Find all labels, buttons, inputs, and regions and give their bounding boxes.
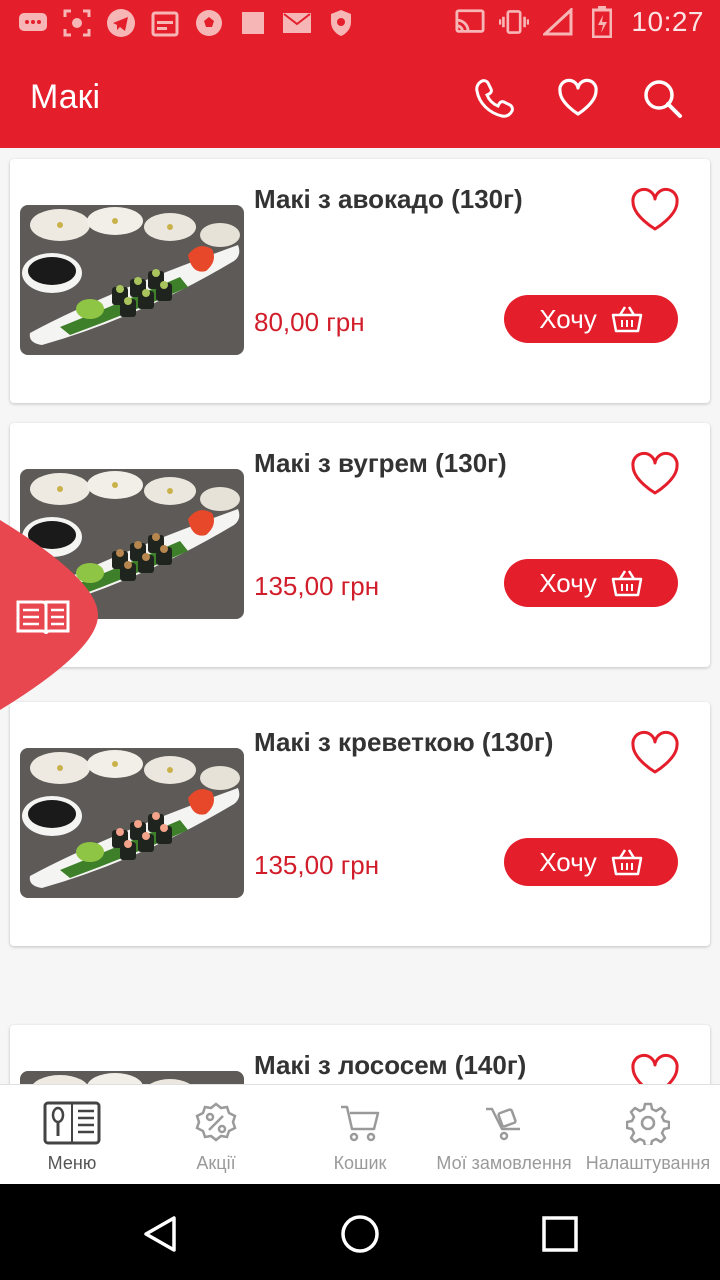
nav-my-orders[interactable]: Мої замовлення bbox=[432, 1085, 576, 1185]
notification-icons bbox=[18, 8, 356, 38]
nav-menu[interactable]: Меню bbox=[0, 1085, 144, 1185]
app-bar: Макі bbox=[0, 48, 720, 148]
trolley-icon bbox=[486, 1107, 520, 1141]
page-title: Макі bbox=[30, 78, 101, 116]
cast-icon bbox=[455, 7, 485, 37]
nav-promotions[interactable]: Акції bbox=[144, 1085, 288, 1185]
status-bar: 10:27 bbox=[0, 0, 720, 48]
categories-side-tab[interactable] bbox=[0, 520, 98, 710]
screenshot-icon bbox=[62, 8, 92, 38]
add-to-cart-button[interactable]: Хочу bbox=[504, 838, 678, 886]
home-icon[interactable] bbox=[338, 1212, 382, 1256]
gear-icon bbox=[626, 1102, 670, 1145]
basket-icon bbox=[611, 306, 642, 333]
shield-icon bbox=[326, 8, 356, 38]
percent-badge-icon bbox=[195, 1102, 237, 1142]
recents-icon[interactable] bbox=[538, 1212, 582, 1256]
nav-label: Кошик bbox=[333, 1153, 387, 1173]
product-card[interactable]: Макі з креветкою (130г) 135,00 грн Хочу bbox=[10, 702, 710, 946]
product-image[interactable] bbox=[20, 205, 244, 355]
product-list[interactable]: Макі з авокадо (130г) 80,00 грн Хочу Мак bbox=[0, 148, 720, 1084]
soccer-ball-icon bbox=[194, 8, 224, 38]
favorite-heart-icon[interactable] bbox=[630, 730, 680, 776]
add-to-cart-button[interactable]: Хочу bbox=[504, 295, 678, 343]
product-card[interactable]: Макі з авокадо (130г) 80,00 грн Хочу bbox=[10, 159, 710, 403]
add-to-cart-label: Хочу bbox=[539, 567, 597, 598]
phone-icon[interactable] bbox=[472, 76, 516, 120]
telegram-icon bbox=[106, 8, 136, 38]
status-time: 10:27 bbox=[631, 6, 704, 37]
add-to-cart-label: Хочу bbox=[539, 846, 597, 877]
signal-icon bbox=[543, 7, 573, 37]
basket-icon bbox=[611, 849, 642, 876]
vibrate-icon bbox=[499, 7, 530, 37]
product-name[interactable]: Макі з вугрем (130г) bbox=[254, 447, 584, 479]
nav-label: Налаштування bbox=[585, 1153, 711, 1173]
mail-icon bbox=[282, 8, 312, 38]
add-to-cart-button[interactable]: Хочу bbox=[504, 559, 678, 607]
product-card[interactable]: Макі з лососем (140г) bbox=[10, 1025, 710, 1084]
product-image[interactable] bbox=[20, 1071, 244, 1084]
menu-book-icon bbox=[43, 1101, 101, 1145]
system-navigation-bar bbox=[0, 1184, 720, 1280]
bottom-navigation: Меню Акції Кошик Мої замовлення Налаштув… bbox=[0, 1084, 720, 1185]
product-card[interactable]: Макі з вугрем (130г) 135,00 грн Хочу bbox=[10, 423, 710, 667]
system-indicators: 10:27 bbox=[455, 6, 704, 38]
favorite-heart-icon[interactable] bbox=[630, 451, 680, 497]
product-name[interactable]: Макі з авокадо (130г) bbox=[254, 183, 584, 215]
nav-cart[interactable]: Кошик bbox=[288, 1085, 432, 1185]
favorite-heart-icon[interactable] bbox=[630, 1053, 680, 1084]
heart-icon[interactable] bbox=[556, 76, 600, 120]
add-to-cart-label: Хочу bbox=[539, 303, 597, 334]
product-image[interactable] bbox=[20, 748, 244, 898]
product-price: 135,00 грн bbox=[254, 571, 380, 601]
square-icon bbox=[238, 8, 268, 38]
favorite-heart-icon[interactable] bbox=[630, 187, 680, 233]
battery-icon bbox=[587, 6, 617, 38]
cart-icon bbox=[341, 1105, 380, 1142]
nav-label: Мої замовлення bbox=[436, 1153, 572, 1173]
chat-icon bbox=[18, 8, 48, 38]
product-price: 135,00 грн bbox=[254, 850, 380, 880]
product-name[interactable]: Макі з лососем (140г) bbox=[254, 1049, 584, 1081]
nav-settings[interactable]: Налаштування bbox=[576, 1085, 720, 1185]
back-icon[interactable] bbox=[138, 1212, 182, 1256]
nav-label: Акції bbox=[196, 1153, 236, 1173]
search-icon[interactable] bbox=[640, 76, 684, 120]
basket-icon bbox=[611, 570, 642, 597]
product-price: 80,00 грн bbox=[254, 307, 365, 337]
calendar-icon bbox=[150, 8, 180, 38]
product-name[interactable]: Макі з креветкою (130г) bbox=[254, 726, 584, 758]
nav-label: Меню bbox=[47, 1153, 97, 1173]
